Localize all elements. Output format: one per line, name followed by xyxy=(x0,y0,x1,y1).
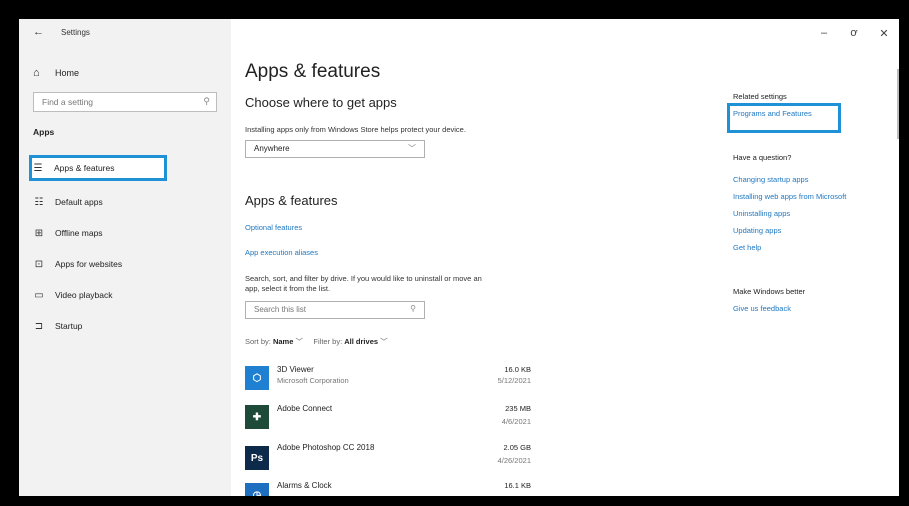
app-source-value: Anywhere xyxy=(254,144,290,153)
sidebar-item-label: Video playback xyxy=(55,290,113,300)
home-link[interactable]: ⌂ Home xyxy=(33,67,79,79)
sidebar-item-apps-for-websites[interactable]: ⊡ Apps for websites xyxy=(33,254,193,274)
app-size: 16.0 KB xyxy=(504,365,531,374)
sidebar-item-label: Apps for websites xyxy=(55,259,123,269)
search-icon: ⚲ xyxy=(203,96,210,106)
offline-maps-icon: ⊞ xyxy=(34,227,44,239)
apps-websites-icon: ⊡ xyxy=(34,258,44,270)
sidebar-item-startup[interactable]: ⊐ Startup xyxy=(33,316,193,336)
scrollbar-thumb[interactable] xyxy=(897,69,899,139)
app-publisher: Microsoft Corporation xyxy=(277,376,349,385)
home-icon: ⌂ xyxy=(33,67,40,79)
home-label: Home xyxy=(55,68,80,78)
chevron-down-icon: ﹀ xyxy=(408,144,416,153)
settings-window: ← Settings ⌂ Home Find a setting ⚲ Apps … xyxy=(19,19,899,496)
back-arrow-icon[interactable]: ← xyxy=(33,26,44,38)
sort-filter-bar: Sort by: Name ﹀ Filter by: All drives ﹀ xyxy=(245,336,388,347)
help-link[interactable]: Installing web apps from Microsoft xyxy=(733,192,846,201)
app-size: 2.05 GB xyxy=(503,443,531,452)
chevron-down-icon: ﹀ xyxy=(380,337,388,346)
search-list-input[interactable]: Search this list ⚲ xyxy=(245,301,425,319)
chevron-down-icon: ﹀ xyxy=(295,337,306,346)
app-date: 5/12/2021 xyxy=(497,376,531,385)
sidebar-item-label: Offline maps xyxy=(55,228,103,238)
minimize-icon[interactable]: – xyxy=(809,19,839,47)
app-size: 16.1 KB xyxy=(504,481,531,490)
sidebar-item-offline-maps[interactable]: ⊞ Offline maps xyxy=(33,223,193,243)
app-name: 3D Viewer xyxy=(277,365,314,374)
startup-icon: ⊐ xyxy=(34,320,44,332)
help-link[interactable]: Updating apps xyxy=(733,226,781,235)
search-list-placeholder: Search this list xyxy=(254,305,307,314)
question-heading: Have a question? xyxy=(733,153,792,162)
main-content: – ơ ✕ Apps & features Choose where to ge… xyxy=(231,19,899,496)
find-setting-input[interactable]: Find a setting ⚲ xyxy=(33,92,217,112)
video-playback-icon: ▭ xyxy=(34,289,44,301)
choose-description: Installing apps only from Windows Store … xyxy=(245,125,466,134)
alarms-clock-icon: ◷ xyxy=(245,483,269,496)
window-controls: – ơ ✕ xyxy=(809,19,899,49)
section-label: Apps xyxy=(33,127,55,137)
photoshop-icon: Ps xyxy=(245,446,269,470)
app-list-item[interactable]: ✚ Adobe Connect 235 MB 4/6/2021 xyxy=(245,403,531,437)
find-setting-placeholder: Find a setting xyxy=(42,97,94,107)
help-link[interactable]: Changing startup apps xyxy=(733,175,808,184)
adobe-connect-icon: ✚ xyxy=(245,405,269,429)
app-date: 4/26/2021 xyxy=(497,456,531,465)
sidebar-item-label: Startup xyxy=(55,321,83,331)
search-icon: ⚲ xyxy=(410,304,416,313)
feedback-link[interactable]: Give us feedback xyxy=(733,304,791,313)
apps-features-icon: ☰ xyxy=(33,162,43,174)
optional-features-link[interactable]: Optional features xyxy=(245,223,302,232)
maximize-icon[interactable]: ơ xyxy=(839,19,869,47)
3d-viewer-icon: ⬡ xyxy=(245,366,269,390)
sidebar-item-video-playback[interactable]: ▭ Video playback xyxy=(33,285,193,305)
screenshot-frame: ← Settings ⌂ Home Find a setting ⚲ Apps … xyxy=(0,0,909,506)
programs-and-features-link[interactable]: Programs and Features xyxy=(733,109,812,118)
sidebar-item-default-apps[interactable]: ☷ Default apps xyxy=(33,192,193,212)
page-title: Apps & features xyxy=(245,61,381,82)
sidebar: ← Settings ⌂ Home Find a setting ⚲ Apps … xyxy=(19,19,231,496)
programs-highlight-box xyxy=(727,103,841,133)
app-list-item[interactable]: ⬡ 3D Viewer Microsoft Corporation 16.0 K… xyxy=(245,364,531,398)
default-apps-icon: ☷ xyxy=(34,196,44,208)
app-size: 235 MB xyxy=(505,404,531,413)
search-description-line2: app, select it from the list. xyxy=(245,284,331,293)
choose-heading: Choose where to get apps xyxy=(245,95,397,110)
app-name: Alarms & Clock xyxy=(277,481,332,490)
app-list-item[interactable]: ◷ Alarms & Clock 16.1 KB xyxy=(245,480,531,496)
app-source-dropdown[interactable]: Anywhere ﹀ xyxy=(245,140,425,158)
improve-heading: Make Windows better xyxy=(733,287,806,296)
search-description-line1: Search, sort, and filter by drive. If yo… xyxy=(245,274,482,283)
app-name: Adobe Connect xyxy=(277,404,333,413)
sidebar-item-label: Default apps xyxy=(55,197,103,207)
close-icon[interactable]: ✕ xyxy=(869,19,899,47)
filter-label: Filter by: xyxy=(313,337,343,346)
filter-value[interactable]: All drives xyxy=(344,337,378,346)
apps-heading: Apps & features xyxy=(245,193,338,208)
sort-value[interactable]: Name xyxy=(273,337,293,346)
app-list-item[interactable]: Ps Adobe Photoshop CC 2018 2.05 GB 4/26/… xyxy=(245,442,531,476)
sort-label: Sort by: xyxy=(245,337,271,346)
exec-aliases-link[interactable]: App execution aliases xyxy=(245,248,318,257)
sidebar-item-label: Apps & features xyxy=(54,163,115,173)
app-date: 4/6/2021 xyxy=(501,417,531,426)
window-title: Settings xyxy=(61,28,90,37)
help-link[interactable]: Uninstalling apps xyxy=(733,209,790,218)
sidebar-item-apps-features[interactable]: ☰ Apps & features xyxy=(29,155,167,181)
app-name: Adobe Photoshop CC 2018 xyxy=(277,443,375,452)
help-link[interactable]: Get help xyxy=(733,243,761,252)
related-settings-title: Related settings xyxy=(733,92,787,101)
